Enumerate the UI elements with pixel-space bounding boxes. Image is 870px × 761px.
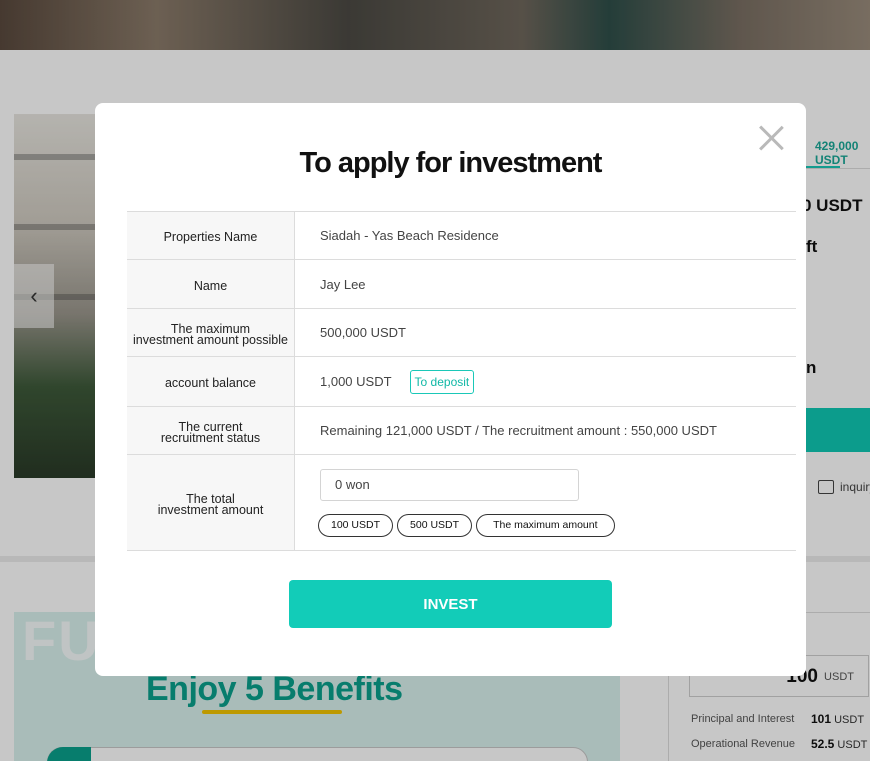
modal-title: To apply for investment (299, 147, 603, 179)
chip-100-usdt[interactable]: 100 USDT (318, 513, 394, 537)
property-name-value: Siadah - Yas Beach Residence (320, 228, 499, 243)
row-label: Properties Name (127, 212, 295, 259)
investment-modal: To apply for investment Properties Name … (95, 103, 806, 676)
account-balance-value: 1,000 USDT (320, 374, 392, 389)
row-label: The maximum investment amount possible (127, 309, 295, 356)
table-row: The totalinvestment amount 100 USDT 500 … (127, 455, 796, 551)
table-row: The current recruitment status Remaining … (127, 407, 796, 455)
investment-table: Properties Name Siadah - Yas Beach Resid… (127, 211, 796, 551)
row-label: account balance (127, 357, 295, 406)
investor-name-value: Jay Lee (320, 276, 366, 292)
amount-chips: 100 USDT 500 USDT The maximum amount (318, 513, 615, 537)
table-row: The maximum investment amount possible 50… (127, 309, 796, 357)
row-label: Name (127, 260, 295, 308)
balance-cell: 1,000 USDT To deposit (295, 357, 796, 406)
chip-max-amount[interactable]: The maximum amount (476, 513, 615, 537)
table-row: Name Jay Lee (127, 260, 796, 309)
row-label: The total investment amount (127, 455, 295, 550)
investment-amount-input[interactable] (320, 468, 579, 501)
amount-cell: 100 USDT 500 USDT The maximum amount (295, 455, 796, 550)
max-investment-value: 500,000 USDT (320, 325, 406, 340)
invest-button[interactable]: INVEST (289, 580, 612, 628)
chip-500-usdt[interactable]: 500 USDT (397, 513, 473, 537)
recruitment-status-value: Remaining 121,000 USDT / The recruitment… (320, 423, 717, 438)
deposit-button[interactable]: To deposit (409, 369, 475, 394)
row-label: The current recruitment status (127, 407, 295, 454)
table-row: Properties Name Siadah - Yas Beach Resid… (127, 212, 796, 260)
table-row: account balance 1,000 USDT To deposit (127, 357, 796, 407)
